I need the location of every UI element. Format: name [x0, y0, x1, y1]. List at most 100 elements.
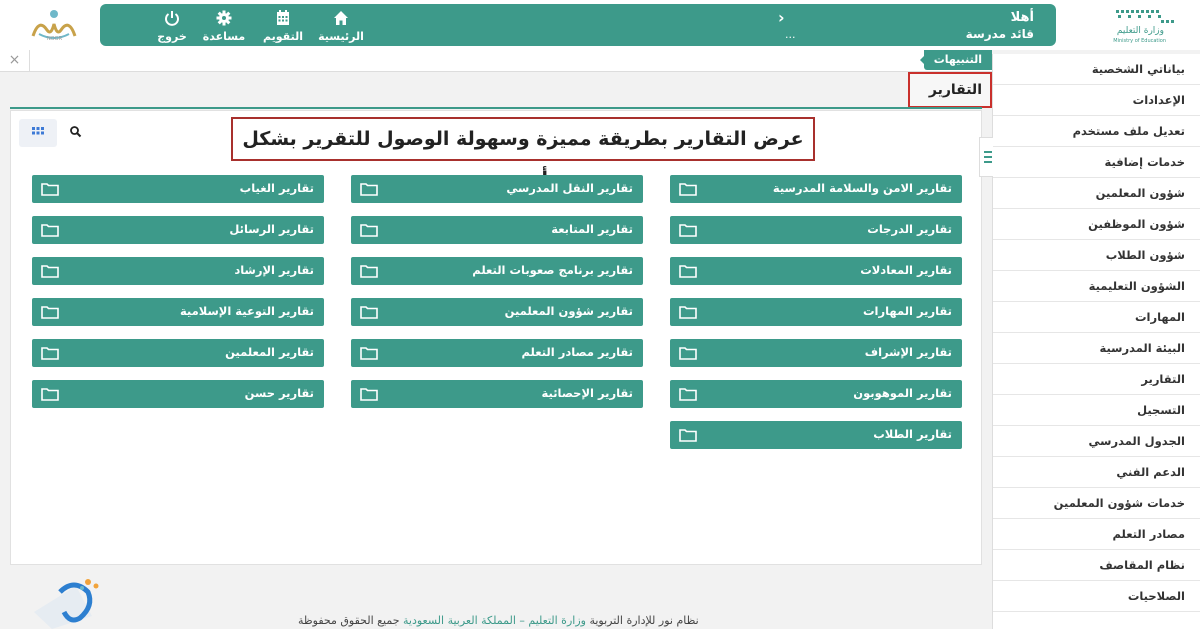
- folder-icon: [41, 306, 59, 319]
- folder-icon: [679, 224, 697, 237]
- report-label: تقارير المتابعة: [551, 222, 633, 236]
- footer-part1: نظام نور للإدارة التربوية: [589, 614, 699, 627]
- sidebar-item[interactable]: التسجيل: [993, 395, 1200, 426]
- page-title: التقارير: [928, 82, 982, 98]
- ellipsis-text: ...: [785, 28, 796, 41]
- chevron-right-icon[interactable]: ›: [778, 8, 785, 27]
- alerts-tab[interactable]: التنبيهات: [919, 50, 992, 70]
- sidebar-item[interactable]: الشؤون التعليمية: [993, 271, 1200, 302]
- home-button[interactable]: الرئيسية: [316, 10, 366, 43]
- report-label: تقارير الغياب: [239, 181, 314, 195]
- title-divider: [10, 107, 982, 109]
- home-icon: [334, 11, 348, 25]
- footer-part3: جميع الحقوق محفوظة: [298, 614, 400, 627]
- report-button[interactable]: تقارير الغياب: [32, 175, 324, 203]
- sidebar-item[interactable]: المهارات: [993, 302, 1200, 333]
- calendar-icon: [277, 10, 289, 25]
- report-button[interactable]: تقارير المعادلات: [670, 257, 962, 285]
- report-button[interactable]: تقارير الإرشاد: [32, 257, 324, 285]
- sidebar-item[interactable]: شؤون المعلمين: [993, 178, 1200, 209]
- report-button[interactable]: تقارير الإشراف: [670, 339, 962, 367]
- report-button[interactable]: تقارير الدرجات: [670, 216, 962, 244]
- report-button[interactable]: تقارير برنامج صعوبات التعلم: [351, 257, 643, 285]
- report-label: تقارير الإرشاد: [234, 263, 314, 277]
- report-button[interactable]: تقارير المعلمين: [32, 339, 324, 367]
- report-label: تقارير شؤون المعلمين: [504, 304, 633, 318]
- sidebar-toggle[interactable]: [979, 137, 993, 177]
- top-header: NOOR وزارة التعليم Ministry of Education…: [0, 0, 1200, 50]
- folder-icon: [360, 224, 378, 237]
- folder-icon: [41, 265, 59, 278]
- report-button[interactable]: تقارير الموهوبون: [670, 380, 962, 408]
- report-label: تقارير الرسائل: [229, 222, 314, 236]
- footer-part2[interactable]: وزارة التعليم – المملكة العربية السعودية: [403, 614, 586, 627]
- gear-icon: [216, 10, 232, 26]
- greeting-text: أهلا: [1010, 10, 1034, 25]
- report-label: تقارير حسن: [244, 386, 314, 400]
- report-label: تقارير التوعية الإسلامية: [179, 304, 314, 318]
- report-button[interactable]: تقارير الإحصائية: [351, 380, 643, 408]
- ministry-name-en: Ministry of Education: [1113, 38, 1166, 44]
- menu-icon: [984, 151, 992, 163]
- report-label: تقارير المعادلات: [860, 263, 952, 277]
- sidebar-item[interactable]: خدمات شؤون المعلمين: [993, 488, 1200, 519]
- folder-icon: [679, 388, 697, 401]
- report-label: تقارير الطلاب: [873, 427, 952, 441]
- search-icon[interactable]: [69, 125, 83, 139]
- folder-icon: [41, 224, 59, 237]
- report-button[interactable]: تقارير الرسائل: [32, 216, 324, 244]
- report-label: تقارير برنامج صعوبات التعلم: [472, 263, 633, 277]
- folder-icon: [360, 265, 378, 278]
- reports-banner: عرض التقارير بطريقة مميزة وسهولة الوصول …: [231, 117, 815, 190]
- report-label: تقارير المعلمين: [225, 345, 314, 359]
- noor-footer-logo: [34, 579, 99, 629]
- sidebar-item[interactable]: شؤون الموظفين: [993, 209, 1200, 240]
- logout-button[interactable]: خروج: [147, 10, 197, 43]
- sidebar-item[interactable]: التقارير: [993, 364, 1200, 395]
- report-button[interactable]: تقارير النقل المدرسي: [351, 175, 643, 203]
- home-label: الرئيسية: [318, 30, 364, 43]
- sidebar-item[interactable]: الصلاحيات: [993, 581, 1200, 612]
- report-button[interactable]: تقارير المتابعة: [351, 216, 643, 244]
- close-icon[interactable]: ×: [0, 50, 30, 71]
- report-label: تقارير مصادر التعلم: [521, 345, 633, 359]
- report-button[interactable]: تقارير الطلاب: [670, 421, 962, 449]
- folder-icon: [41, 388, 59, 401]
- calendar-button[interactable]: التقويم: [258, 10, 308, 43]
- sidebar-item[interactable]: البيئة المدرسية: [993, 333, 1200, 364]
- sidebar-item[interactable]: الجدول المدرسي: [993, 426, 1200, 457]
- report-label: تقارير الإشراف: [864, 345, 952, 359]
- sidebar-item[interactable]: الدعم الفني: [993, 457, 1200, 488]
- report-label: تقارير الإحصائية: [541, 386, 633, 400]
- folder-icon: [360, 347, 378, 360]
- report-button[interactable]: تقارير حسن: [32, 380, 324, 408]
- folder-icon: [679, 347, 697, 360]
- folder-icon: [41, 347, 59, 360]
- noor-logo-text: NOOR: [47, 36, 63, 42]
- report-button[interactable]: تقارير مصادر التعلم: [351, 339, 643, 367]
- sidebar-item[interactable]: بياناتي الشخصية: [993, 54, 1200, 85]
- grid-icon: [32, 127, 44, 135]
- grid-view-button[interactable]: [19, 119, 57, 147]
- sidebar-item[interactable]: مصادر التعلم: [993, 519, 1200, 550]
- sidebar-item[interactable]: نظام المقاصف: [993, 550, 1200, 581]
- report-label: تقارير النقل المدرسي: [506, 181, 633, 195]
- calendar-label: التقويم: [263, 30, 303, 43]
- user-role: قائد مدرسة: [965, 27, 1034, 41]
- sidebar-item[interactable]: الإعدادات: [993, 85, 1200, 116]
- alerts-bar: × التنبيهات: [0, 50, 992, 72]
- report-button[interactable]: تقارير شؤون المعلمين: [351, 298, 643, 326]
- sidebar-item[interactable]: شؤون الطلاب: [993, 240, 1200, 271]
- folder-icon: [679, 183, 697, 196]
- report-button[interactable]: تقارير الامن والسلامة المدرسية: [670, 175, 962, 203]
- help-button[interactable]: مساعدة: [199, 10, 249, 43]
- folder-icon: [679, 306, 697, 319]
- report-button[interactable]: تقارير التوعية الإسلامية: [32, 298, 324, 326]
- footer-copyright: نظام نور للإدارة التربوية وزارة التعليم …: [298, 614, 699, 627]
- sidebar-item[interactable]: تعديل ملف مستخدم: [993, 116, 1200, 147]
- user-greeting: أهلا قائد مدرسة: [966, 10, 1034, 41]
- report-label: تقارير المهارات: [862, 304, 952, 318]
- report-button[interactable]: تقارير المهارات: [670, 298, 962, 326]
- sidebar-item[interactable]: خدمات إضافية: [993, 147, 1200, 178]
- logout-label: خروج: [157, 30, 187, 43]
